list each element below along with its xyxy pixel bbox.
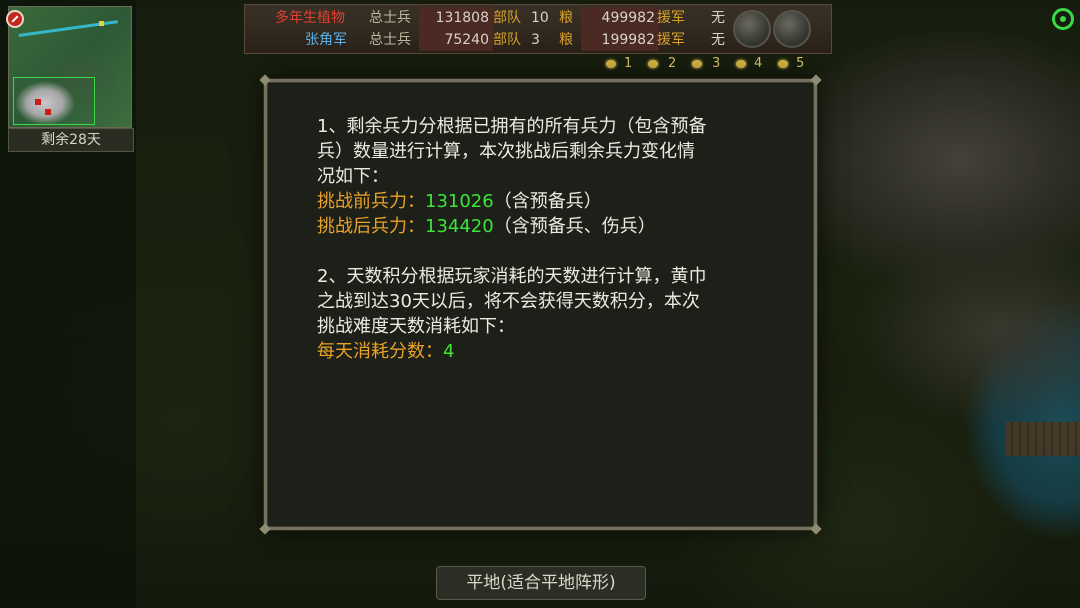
speed-dot-icon [736, 60, 746, 68]
units-value: 10 [531, 10, 549, 26]
units-value: 3 [531, 32, 540, 48]
troops-after-note: （含预备兵、伤兵） [493, 216, 656, 237]
aid-value: 无 [711, 10, 725, 26]
terrain-label: 平地(适合平地阵形) [436, 566, 646, 600]
aid-value: 无 [711, 32, 725, 48]
food-value: 499982 [581, 7, 659, 29]
units-label: 部队 [493, 10, 521, 26]
daily-cost-value: 4 [443, 341, 455, 362]
speed-option[interactable]: 3 [712, 56, 720, 71]
minimap-enemy-unit [45, 109, 51, 115]
total-troops-value: 131808 [419, 7, 493, 29]
speed-dot-icon [692, 60, 702, 68]
player-name: 多年生植物 [275, 10, 345, 26]
enemy-name: 张角军 [305, 32, 347, 48]
rule-2-line: 2、天数积分根据玩家消耗的天数进行计算，黄巾 [317, 266, 707, 287]
total-troops-label: 总士兵 [369, 10, 411, 26]
rule-2-line: 之战到达30天以后，将不会获得天数积分，本次 [317, 291, 700, 312]
units-label: 部队 [493, 32, 521, 48]
troops-after-value: 134420 [425, 216, 494, 237]
minimap-river [18, 20, 120, 47]
speed-option[interactable]: 4 [754, 56, 762, 71]
rule-1-line: 况如下： [317, 166, 389, 187]
speed-dot-icon [778, 60, 788, 68]
rule-1-line: 1、剩余兵力分根据已拥有的所有兵力（包含预备 [317, 116, 707, 137]
daily-cost-row: 每天消耗分数：4 [317, 339, 777, 364]
minimap-viewport[interactable] [13, 77, 95, 125]
rule-1-line: 兵）数量进行计算，本次挑战后剩余兵力变化情 [317, 141, 695, 162]
dialog-body: 1、剩余兵力分根据已拥有的所有兵力（包含预备 兵）数量进行计算，本次挑战后剩余兵… [317, 114, 777, 364]
status-bar: 多年生植物 总士兵 131808 部队 10 粮 499982 援军 无 张角军… [244, 4, 832, 54]
total-troops-value: 75240 [419, 29, 493, 51]
daily-cost-label: 每天消耗分数： [317, 341, 443, 362]
speed-option[interactable]: 5 [796, 56, 804, 71]
speed-option[interactable]: 1 [624, 56, 632, 71]
minimap[interactable] [8, 6, 132, 128]
total-troops-label: 总士兵 [369, 32, 411, 48]
left-panel: 剩余28天 [0, 0, 136, 608]
minimap-player-unit [99, 21, 104, 26]
rule-2-line: 挑战难度天数消耗如下： [317, 316, 515, 337]
score-rules-dialog[interactable]: 1、剩余兵力分根据已拥有的所有兵力（包含预备 兵）数量进行计算，本次挑战后剩余兵… [259, 74, 822, 535]
speed-dot-icon [648, 60, 658, 68]
troops-before-value: 131026 [425, 191, 494, 212]
remaining-days: 剩余28天 [8, 128, 134, 152]
troops-before-note: （含预备兵） [493, 191, 602, 212]
troops-before-label: 挑战前兵力： [317, 191, 425, 212]
stop-icon[interactable] [6, 10, 24, 28]
speed-option[interactable]: 2 [668, 56, 676, 71]
food-label: 粮 [559, 32, 573, 48]
troops-after-row: 挑战后兵力：134420（含预备兵、伤兵） [317, 214, 777, 239]
food-value: 199982 [581, 29, 659, 51]
sword-button[interactable] [733, 10, 771, 48]
troops-after-label: 挑战后兵力： [317, 216, 425, 237]
map-button[interactable] [773, 10, 811, 48]
speed-dot-icon [606, 60, 616, 68]
minimap-enemy-unit [35, 99, 41, 105]
troops-before-row: 挑战前兵力：131026（含预备兵） [317, 189, 777, 214]
food-label: 粮 [559, 10, 573, 26]
aid-label: 援军 [657, 10, 685, 26]
aid-label: 援军 [657, 32, 685, 48]
settings-icon[interactable] [1052, 8, 1074, 30]
